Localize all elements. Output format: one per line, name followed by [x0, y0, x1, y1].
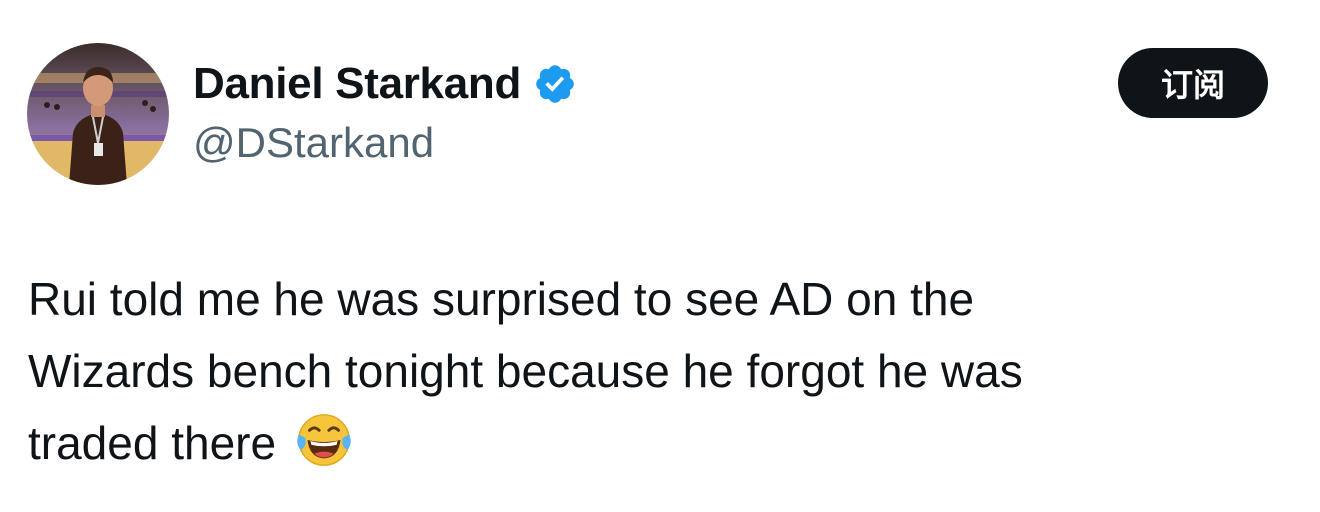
author-name-row[interactable]: Daniel Starkand [193, 58, 577, 110]
author-handle[interactable]: @DStarkand [193, 117, 434, 169]
avatar[interactable] [27, 43, 169, 185]
subscribe-button[interactable]: 订阅 [1118, 48, 1268, 118]
verified-badge-icon [536, 65, 574, 103]
profile-photo-icon [27, 43, 169, 185]
tweet-text-line-last: traded there [28, 407, 1298, 479]
tweet-text-line: traded there [28, 417, 277, 469]
face-with-tears-of-joy-icon [297, 414, 351, 466]
tweet-text-line: Rui told me he was surprised to see AD o… [28, 273, 975, 325]
tweet-text-line: Wizards bench tonight because he forgot … [28, 345, 1023, 397]
tweet-text: Rui told me he was surprised to see AD o… [28, 263, 1298, 479]
author-display-name[interactable]: Daniel Starkand [193, 58, 521, 110]
